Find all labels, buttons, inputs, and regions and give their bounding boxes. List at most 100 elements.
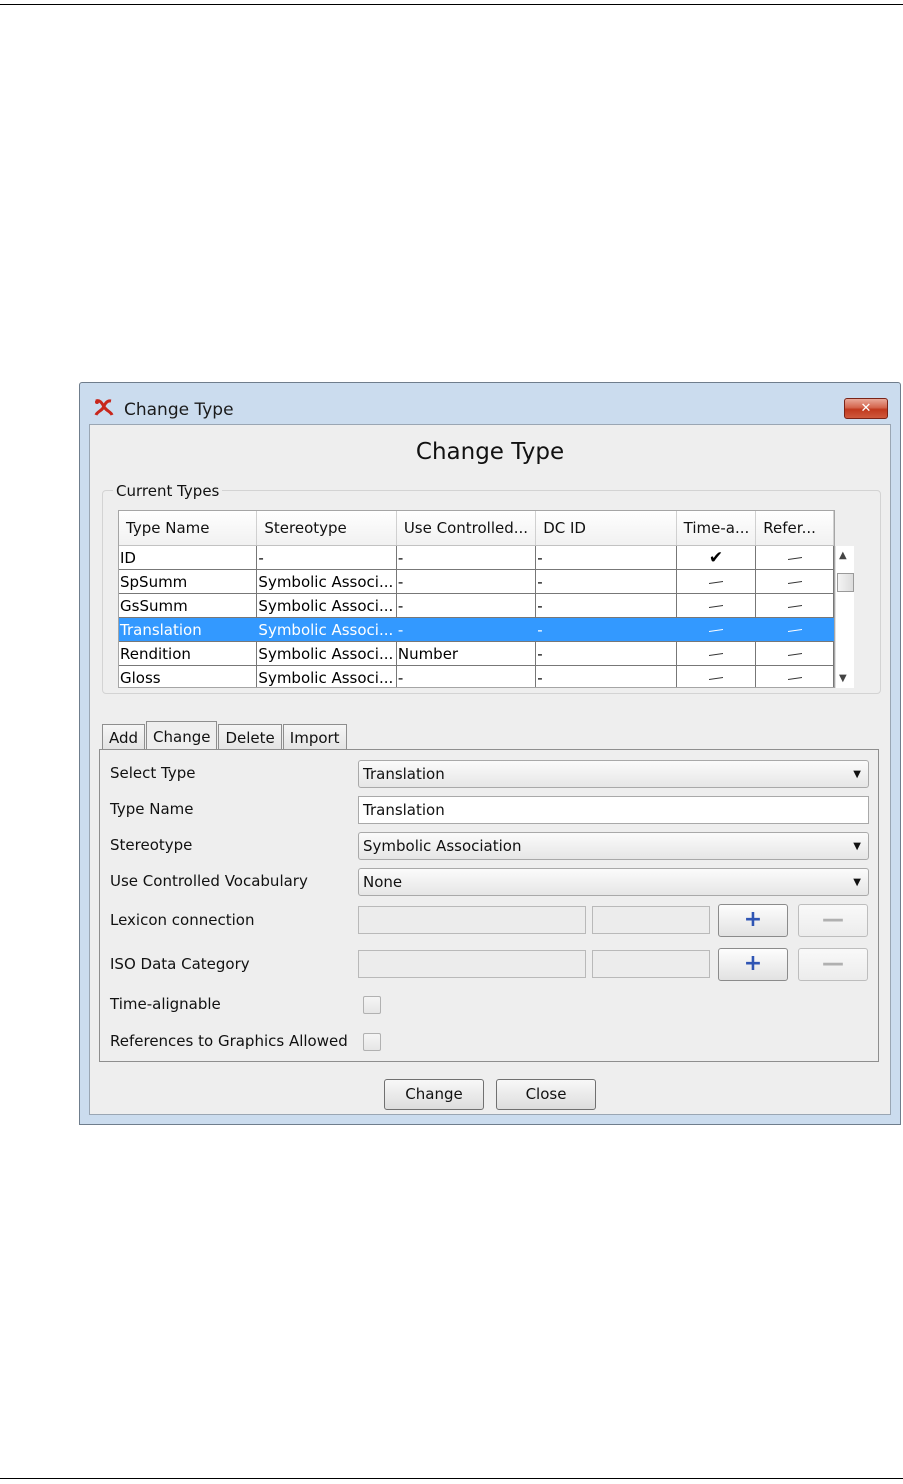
table-cell-name: GsSumm xyxy=(119,594,258,617)
iso-field-1 xyxy=(358,950,586,978)
table-row[interactable]: ID - - - ✔ xyxy=(119,546,834,570)
unchecked-dash-icon xyxy=(787,653,802,656)
controlled-vocab-value: None xyxy=(363,873,403,891)
change-button[interactable]: Change xyxy=(384,1079,484,1110)
table-cell-references[interactable] xyxy=(756,666,834,687)
unchecked-dash-icon xyxy=(787,629,802,632)
table-cell-stereotype: Symbolic Associ... xyxy=(257,618,397,641)
stereotype-label: Stereotype xyxy=(110,836,193,854)
column-header-dc-id[interactable]: DC ID xyxy=(536,511,677,545)
column-header-time-alignable[interactable]: Time-a... xyxy=(677,511,757,545)
current-types-label: Current Types xyxy=(113,482,223,500)
plus-icon: + xyxy=(743,907,763,932)
table-cell-vocab: - xyxy=(397,618,537,641)
controlled-vocab-combo[interactable]: None ▼ xyxy=(358,868,869,896)
dropdown-arrow-icon: ▼ xyxy=(853,877,861,888)
table-cell-stereotype: - xyxy=(257,546,397,569)
table-cell-vocab: Number xyxy=(397,642,537,665)
table-cell-stereotype: Symbolic Associ... xyxy=(257,666,397,687)
table-row[interactable]: Rendition Symbolic Associ... Number - xyxy=(119,642,834,666)
plus-icon: + xyxy=(743,951,763,976)
scroll-thumb[interactable] xyxy=(837,573,854,592)
lexicon-connection-label: Lexicon connection xyxy=(110,911,255,929)
table-cell-vocab: - xyxy=(397,666,537,687)
lexicon-remove-button[interactable]: — xyxy=(798,904,868,937)
unchecked-dash-icon xyxy=(787,581,802,584)
scroll-down-arrow-icon[interactable]: ▼ xyxy=(839,673,847,684)
time-alignable-checkbox[interactable] xyxy=(363,996,381,1014)
table-row[interactable]: Gloss Symbolic Associ... - - xyxy=(119,666,834,687)
references-graphics-checkbox[interactable] xyxy=(363,1033,381,1051)
tab-strip: Add Change Delete Import xyxy=(102,720,348,751)
type-name-input[interactable]: Translation xyxy=(358,796,869,824)
table-cell-time-alignable[interactable] xyxy=(677,570,757,593)
page-top-rule xyxy=(0,4,903,5)
table-cell-references[interactable] xyxy=(756,618,834,641)
unchecked-dash-icon xyxy=(709,653,723,656)
table-cell-dcid: - xyxy=(536,570,677,593)
window-title: Change Type xyxy=(124,400,234,420)
table-cell-name: Translation xyxy=(119,618,258,641)
lexicon-add-button[interactable]: + xyxy=(718,904,788,937)
table-cell-stereotype: Symbolic Associ... xyxy=(257,642,397,665)
table-row[interactable]: SpSumm Symbolic Associ... - - xyxy=(119,570,834,594)
table-row[interactable]: Translation Symbolic Associ... - - xyxy=(119,618,834,642)
column-header-type-name[interactable]: Type Name xyxy=(119,511,258,545)
lexicon-field-2 xyxy=(592,906,710,934)
unchecked-dash-icon xyxy=(787,557,802,560)
stereotype-combo[interactable]: Symbolic Association ▼ xyxy=(358,832,869,860)
iso-add-button[interactable]: + xyxy=(718,948,788,981)
tab-import[interactable]: Import xyxy=(282,724,347,750)
table-row[interactable]: GsSumm Symbolic Associ... - - xyxy=(119,594,834,618)
iso-data-category-label: ISO Data Category xyxy=(110,955,250,973)
table-cell-time-alignable[interactable] xyxy=(677,642,757,665)
table-scrollbar[interactable]: ▲ ▼ xyxy=(835,546,854,688)
table-cell-name: SpSumm xyxy=(119,570,258,593)
types-table: Type Name Stereotype Use Controlled... D… xyxy=(118,510,835,688)
table-cell-time-alignable[interactable] xyxy=(677,618,757,641)
table-cell-dcid: - xyxy=(536,642,677,665)
table-cell-references[interactable] xyxy=(756,546,834,569)
change-type-window: Change Type ✕ Change Type Current Types … xyxy=(79,382,901,1125)
table-cell-dcid: - xyxy=(536,618,677,641)
minus-icon: — xyxy=(822,907,844,932)
dialog-body: Change Type Current Types Type Name Ster… xyxy=(89,424,891,1115)
title-bar[interactable]: Change Type ✕ xyxy=(80,383,900,421)
table-cell-name: Rendition xyxy=(119,642,258,665)
column-header-stereotype[interactable]: Stereotype xyxy=(257,511,397,545)
unchecked-dash-icon xyxy=(787,605,802,608)
table-cell-name: ID xyxy=(119,546,258,569)
column-header-controlled-vocab[interactable]: Use Controlled... xyxy=(397,511,537,545)
window-close-button[interactable]: ✕ xyxy=(844,398,888,419)
table-cell-vocab: - xyxy=(397,594,537,617)
lexicon-field-1 xyxy=(358,906,586,934)
table-header: Type Name Stereotype Use Controlled... D… xyxy=(119,511,834,546)
type-name-label: Type Name xyxy=(110,800,194,818)
table-cell-name: Gloss xyxy=(119,666,258,687)
table-cell-references[interactable] xyxy=(756,594,834,617)
table-cell-time-alignable[interactable] xyxy=(677,666,757,687)
tab-delete[interactable]: Delete xyxy=(218,724,282,750)
table-cell-time-alignable[interactable]: ✔ xyxy=(677,546,757,569)
select-type-combo[interactable]: Translation ▼ xyxy=(358,760,869,788)
controlled-vocab-label: Use Controlled Vocabulary xyxy=(110,872,308,890)
tab-change[interactable]: Change xyxy=(146,721,218,751)
table-cell-stereotype: Symbolic Associ... xyxy=(257,594,397,617)
tab-add[interactable]: Add xyxy=(102,724,146,750)
select-type-value: Translation xyxy=(363,765,445,783)
table-cell-time-alignable[interactable] xyxy=(677,594,757,617)
column-header-references[interactable]: Refer... xyxy=(756,511,834,545)
table-body: ID - - - ✔ SpSumm Symbolic Associ... - - GsSumm Sy… xyxy=(119,546,834,687)
change-tab-panel: Select Type Translation ▼ Type Name Tran… xyxy=(99,749,879,1062)
table-cell-stereotype: Symbolic Associ... xyxy=(257,570,397,593)
stereotype-value: Symbolic Association xyxy=(363,837,522,855)
close-button[interactable]: Close xyxy=(496,1079,596,1110)
table-cell-references[interactable] xyxy=(756,642,834,665)
scroll-up-arrow-icon[interactable]: ▲ xyxy=(839,550,847,561)
elan-logo-icon xyxy=(94,399,114,416)
iso-remove-button[interactable]: — xyxy=(798,948,868,981)
dropdown-arrow-icon: ▼ xyxy=(853,769,861,780)
iso-field-2 xyxy=(592,950,710,978)
table-cell-references[interactable] xyxy=(756,570,834,593)
table-cell-vocab: - xyxy=(397,570,537,593)
